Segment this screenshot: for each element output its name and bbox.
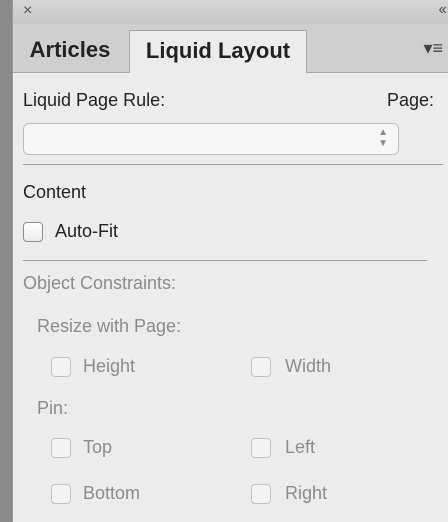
pin-top-label: Top (83, 437, 113, 457)
auto-fit-checkbox[interactable] (23, 222, 43, 242)
liquid-page-rule-label: Liquid Page Rule: (23, 90, 166, 110)
resize-with-page-label: Resize with Page: (37, 316, 182, 336)
tab-liquid-layout[interactable]: Liquid Layout (129, 30, 307, 73)
divider (23, 164, 443, 165)
pin-right-label: Right (285, 483, 328, 503)
divider (23, 260, 427, 261)
height-checkbox[interactable] (51, 357, 71, 377)
width-checkbox[interactable] (251, 357, 271, 377)
liquid-layout-panel: × ‹‹ Articles Liquid Layout ▾≡ Liquid Pa… (12, 0, 448, 522)
stepper-arrows-icon: ▲ ▼ (378, 127, 388, 149)
pin-left-label: Left (285, 437, 316, 457)
pin-bottom-checkbox[interactable] (51, 484, 71, 504)
pin-right-checkbox[interactable] (251, 484, 271, 504)
collapse-icon[interactable]: ‹‹ (438, 2, 447, 18)
page-label: Page: (387, 90, 435, 110)
pin-label: Pin: (37, 398, 69, 418)
pin-bottom-label: Bottom (83, 483, 141, 503)
close-icon[interactable]: × (23, 3, 32, 19)
width-label: Width (285, 356, 332, 376)
content-heading: Content (23, 182, 87, 202)
height-label: Height (83, 356, 136, 376)
tab-articles[interactable]: Articles (13, 30, 127, 72)
panel-tabs: Articles Liquid Layout ▾≡ (13, 24, 448, 73)
panel-menu-icon[interactable]: ▾≡ (423, 38, 443, 59)
pin-left-checkbox[interactable] (251, 438, 271, 458)
liquid-page-rule-select[interactable]: ▲ ▼ (23, 123, 399, 155)
object-constraints-heading: Object Constraints: (23, 273, 177, 293)
panel-titlebar: × ‹‹ (13, 0, 448, 25)
pin-top-checkbox[interactable] (51, 438, 71, 458)
auto-fit-label: Auto-Fit (55, 221, 119, 241)
